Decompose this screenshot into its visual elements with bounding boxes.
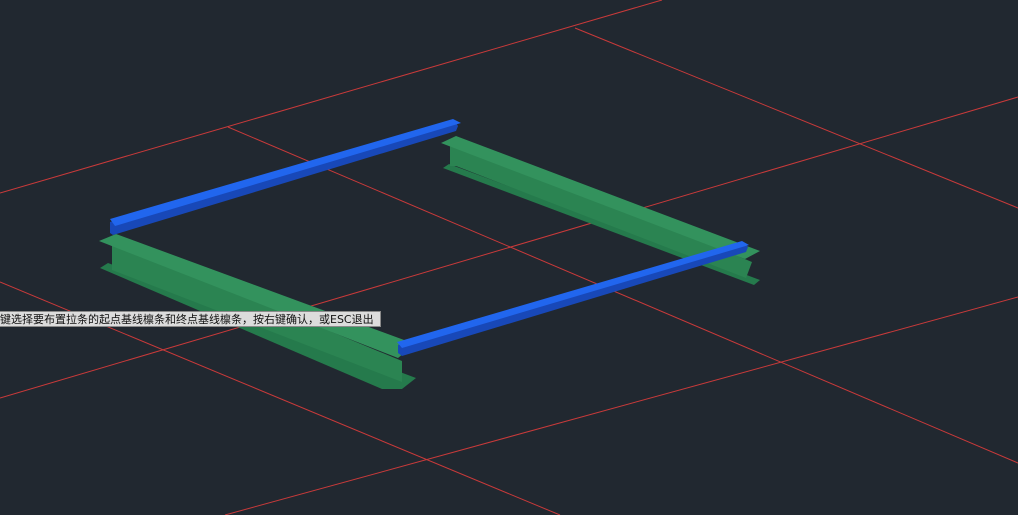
beam-top (110, 119, 461, 226)
beam-bottom-flange (443, 164, 760, 285)
model-scene[interactable] (0, 0, 1018, 515)
beam-top-flange (441, 136, 760, 259)
blue-beam-front[interactable] (397, 241, 749, 356)
command-prompt-tooltip: 键选择要布置拉条的起点基线檩条和终点基线檩条，按右键确认，或ESC退出 (0, 311, 381, 327)
blue-beam-back[interactable] (110, 119, 461, 235)
grid-line (574, 27, 1018, 209)
beam-top (397, 241, 749, 348)
grid-line (227, 126, 1018, 464)
cad-model-viewport[interactable]: 键选择要布置拉条的起点基线檩条和终点基线檩条，按右键确认，或ESC退出 (0, 0, 1018, 515)
beam-top-flange (99, 234, 415, 358)
grid-line (0, 96, 1018, 399)
green-beam-back[interactable] (441, 136, 760, 285)
